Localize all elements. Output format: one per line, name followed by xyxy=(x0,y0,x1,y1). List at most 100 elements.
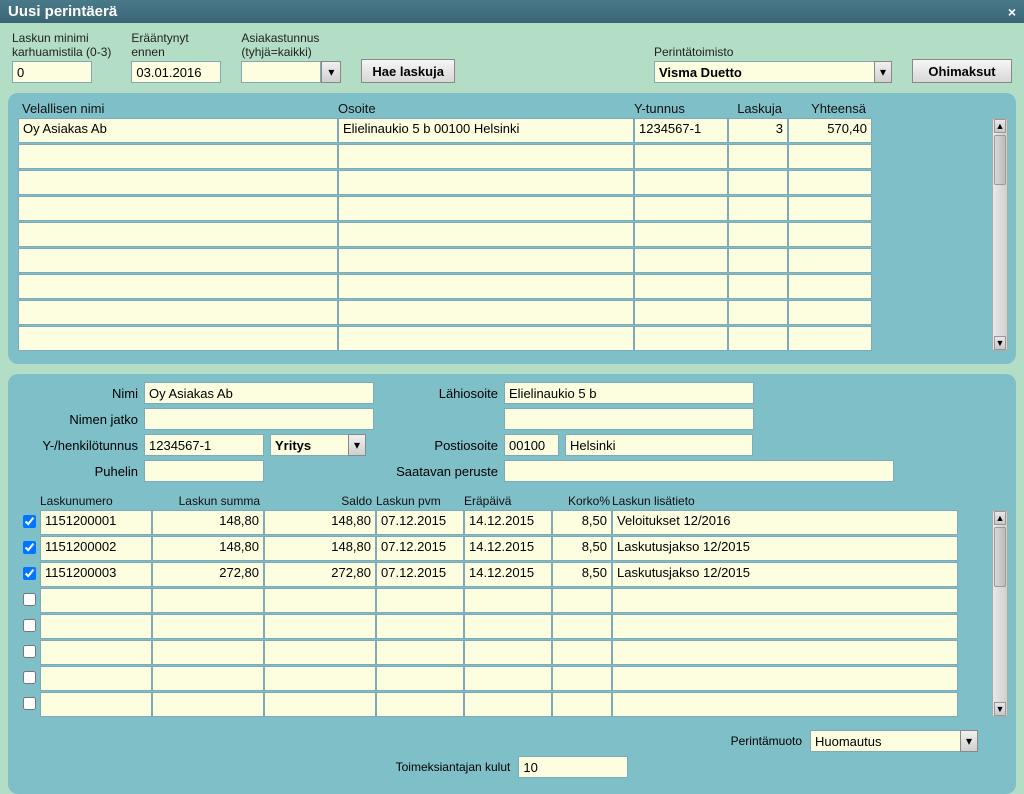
invoice-checkbox[interactable] xyxy=(23,593,36,606)
cell: Laskutusjakso 12/2015 xyxy=(612,562,958,587)
ytunnus-label: Y-/henkilötunnus xyxy=(18,438,138,453)
nimi-input[interactable] xyxy=(144,382,374,404)
ytunnus-input[interactable] xyxy=(144,434,264,456)
cell xyxy=(728,326,788,351)
cell xyxy=(376,640,464,665)
peruste-label: Saatavan peruste xyxy=(350,464,498,479)
due-date-input[interactable] xyxy=(131,61,221,83)
title-bar: Uusi perintäerä × xyxy=(0,0,1024,23)
cell xyxy=(376,692,464,717)
debtor-row xyxy=(18,274,1006,299)
cell: 272,80 xyxy=(152,562,264,587)
cell xyxy=(788,300,872,325)
debtors-grid-header: Velallisen nimi Osoite Y-tunnus Laskuja … xyxy=(18,101,1006,116)
perintamuoto-label: Perintämuoto xyxy=(731,734,802,748)
customer-code-input[interactable] xyxy=(241,61,321,83)
postiosoite-label: Postiosoite xyxy=(414,438,498,453)
invoice-checkbox[interactable] xyxy=(23,515,36,528)
invoices-scrollbar[interactable]: ▲ ▼ xyxy=(992,510,1008,717)
fetch-invoices-button[interactable]: Hae laskuja xyxy=(361,59,455,83)
cell xyxy=(634,196,728,221)
kulut-input[interactable] xyxy=(518,756,628,778)
invoice-checkbox[interactable] xyxy=(23,619,36,632)
scroll-down-icon[interactable]: ▼ xyxy=(994,702,1006,716)
lahiosoite2-input[interactable] xyxy=(504,408,754,430)
cell xyxy=(634,300,728,325)
cell xyxy=(376,666,464,691)
debtor-row xyxy=(18,196,1006,221)
puhelin-input[interactable] xyxy=(144,460,264,482)
col-debtor-name: Velallisen nimi xyxy=(18,101,338,116)
cell: 148,80 xyxy=(152,536,264,561)
perintamuoto-select[interactable] xyxy=(810,730,960,752)
cell xyxy=(18,170,338,195)
debtors-panel: Velallisen nimi Osoite Y-tunnus Laskuja … xyxy=(8,93,1016,364)
scroll-up-icon[interactable]: ▲ xyxy=(994,119,1006,133)
cell: 14.12.2015 xyxy=(464,510,552,535)
col-invoice-count: Laskuja xyxy=(728,101,788,116)
peruste-input[interactable] xyxy=(504,460,894,482)
cell: 8,50 xyxy=(552,536,612,561)
zip-input[interactable] xyxy=(504,434,559,456)
minimi-label-2: karhuamistila (0-3) xyxy=(12,45,111,59)
invoice-checkbox[interactable] xyxy=(23,541,36,554)
lahiosoite-input[interactable] xyxy=(504,382,754,404)
debtor-row xyxy=(18,170,1006,195)
cell xyxy=(464,692,552,717)
type-select[interactable] xyxy=(270,434,348,456)
cell xyxy=(18,196,338,221)
nimenjatko-input[interactable] xyxy=(144,408,374,430)
cell xyxy=(612,640,958,665)
cell xyxy=(464,588,552,613)
cust-label-1: Asiakastunnus xyxy=(241,31,341,45)
invoice-checkbox[interactable] xyxy=(23,567,36,580)
type-dropdown-icon[interactable]: ▾ xyxy=(348,434,366,456)
cell xyxy=(612,666,958,691)
customer-lookup-button[interactable]: ▾ xyxy=(321,61,341,83)
col-due-date: Eräpäivä xyxy=(464,494,552,508)
debtor-row[interactable]: Oy Asiakas AbElielinaukio 5 b 00100 Hels… xyxy=(18,118,1006,143)
cell xyxy=(40,666,152,691)
cell xyxy=(152,692,264,717)
cell xyxy=(18,326,338,351)
scroll-thumb[interactable] xyxy=(994,135,1006,185)
cell xyxy=(338,144,634,169)
nimenjatko-label: Nimen jatko xyxy=(18,412,138,427)
cell: Oy Asiakas Ab xyxy=(18,118,338,143)
cell xyxy=(338,196,634,221)
perintamuoto-dropdown-icon[interactable]: ▾ xyxy=(960,730,978,752)
cell xyxy=(634,274,728,299)
agency-label: Perintätoimisto xyxy=(654,45,892,59)
cell: 1151200002 xyxy=(40,536,152,561)
ohimaksut-button[interactable]: Ohimaksut xyxy=(912,59,1012,83)
debtors-scrollbar[interactable]: ▲ ▼ xyxy=(992,118,1008,351)
cell xyxy=(612,614,958,639)
minimi-input[interactable] xyxy=(12,61,92,83)
scroll-down-icon[interactable]: ▼ xyxy=(994,336,1006,350)
city-input[interactable] xyxy=(565,434,753,456)
invoice-row xyxy=(18,614,1006,639)
invoice-row xyxy=(18,666,1006,691)
invoice-row xyxy=(18,692,1006,717)
cell xyxy=(40,692,152,717)
invoice-checkbox[interactable] xyxy=(23,645,36,658)
scroll-up-icon[interactable]: ▲ xyxy=(994,511,1006,525)
invoice-checkbox[interactable] xyxy=(23,697,36,710)
invoice-checkbox[interactable] xyxy=(23,671,36,684)
cell xyxy=(552,614,612,639)
col-invoice-date: Laskun pvm xyxy=(376,494,464,508)
cell xyxy=(728,274,788,299)
col-interest: Korko% xyxy=(552,494,612,508)
cell xyxy=(152,666,264,691)
cell xyxy=(728,144,788,169)
scroll-thumb[interactable] xyxy=(994,527,1006,587)
invoice-row: 1151200003272,80272,8007.12.201514.12.20… xyxy=(18,562,1006,587)
agency-select[interactable] xyxy=(654,61,874,83)
close-icon[interactable]: × xyxy=(1008,4,1016,20)
cell xyxy=(264,614,376,639)
cell xyxy=(788,144,872,169)
cell xyxy=(18,144,338,169)
agency-dropdown-icon[interactable]: ▾ xyxy=(874,61,892,83)
cell: Laskutusjakso 12/2015 xyxy=(612,536,958,561)
cell xyxy=(152,614,264,639)
